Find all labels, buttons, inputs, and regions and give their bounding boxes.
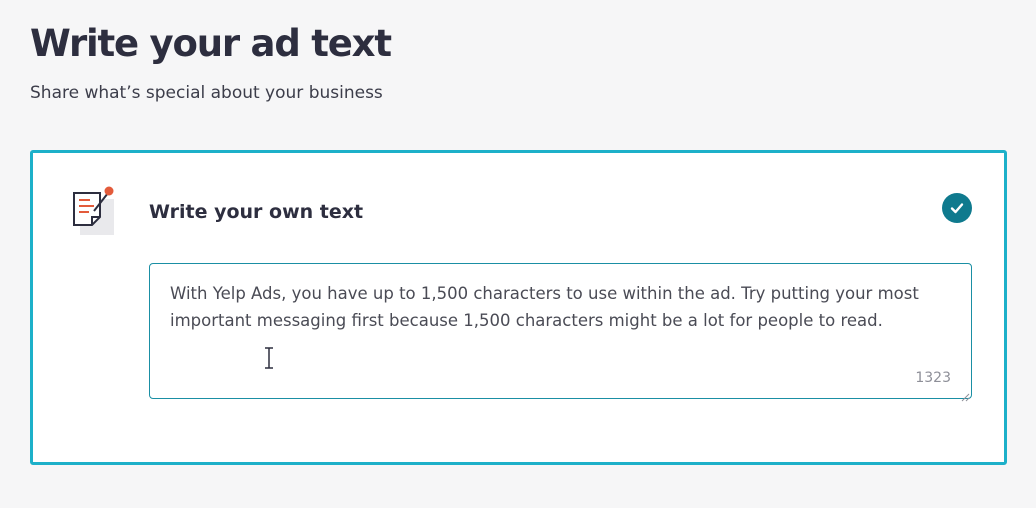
- ad-text-value[interactable]: With Yelp Ads, you have up to 1,500 char…: [170, 280, 930, 334]
- page-subtitle: Share what’s special about your business: [30, 83, 383, 103]
- write-own-text-option-card[interactable]: Write your own text With Yelp Ads, you h…: [30, 150, 1007, 465]
- card-title: Write your own text: [149, 201, 364, 223]
- resize-handle-icon[interactable]: [960, 387, 970, 402]
- ad-text-input[interactable]: With Yelp Ads, you have up to 1,500 char…: [149, 263, 972, 402]
- page-title: Write your ad text: [30, 22, 392, 65]
- text-cursor-icon: [262, 346, 276, 370]
- document-edit-icon: [70, 185, 118, 237]
- selected-check-icon: [942, 193, 972, 223]
- character-count: 1323: [915, 370, 951, 386]
